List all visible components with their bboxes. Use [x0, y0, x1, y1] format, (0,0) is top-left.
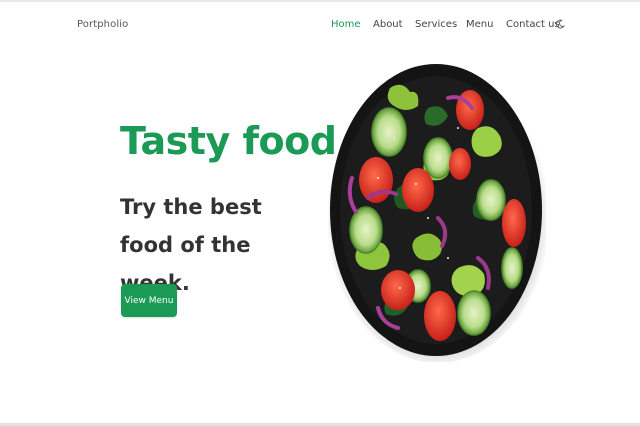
nav-home-link[interactable]: Home — [331, 19, 361, 30]
nav-services-link[interactable]: Services — [415, 19, 457, 30]
hero-title: Tasty food — [120, 119, 337, 163]
site-logo[interactable]: Portpholio — [77, 19, 128, 30]
top-border — [0, 0, 640, 2]
nav-contact-link[interactable]: Contact us — [506, 19, 560, 30]
salad-plate-image — [326, 58, 550, 363]
view-menu-button[interactable]: View Menu — [121, 284, 177, 317]
nav-menu-link[interactable]: Menu — [466, 19, 493, 30]
moon-icon[interactable] — [555, 19, 565, 29]
nav-about-link[interactable]: About — [373, 19, 403, 30]
